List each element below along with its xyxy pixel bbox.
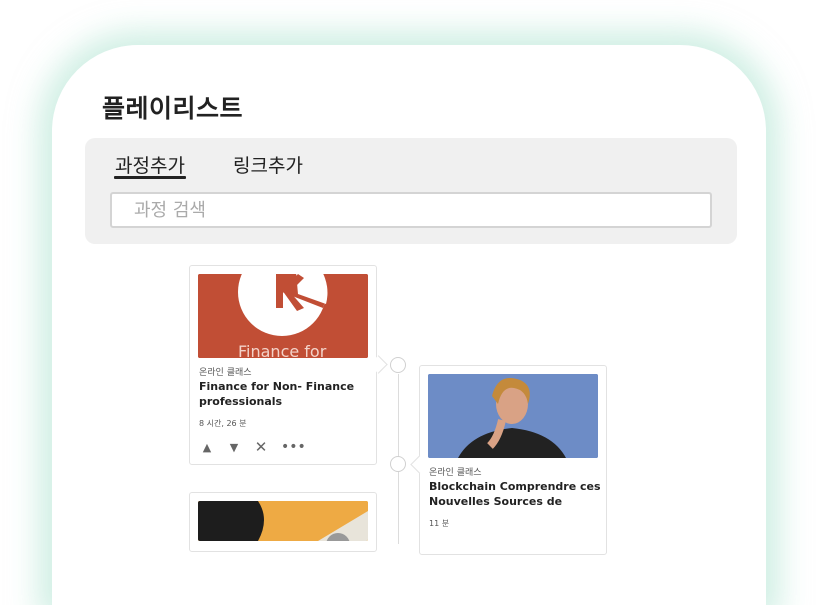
- course-title-line1: Blockchain Comprendre ces: [429, 480, 601, 493]
- course-title-line1: Finance for Non- Finance: [199, 380, 355, 393]
- playlist-course-card[interactable]: Finance for 온라인 클래스 Finance for Non- Fin…: [189, 265, 388, 465]
- playlist-course-card[interactable]: 온라인 클래스 Blockchain Comprendre ces Nouvel…: [410, 365, 607, 555]
- course-thumbnail: Finance for: [198, 274, 368, 358]
- tab-add-course[interactable]: 과정추가: [115, 151, 185, 178]
- course-type: 온라인 클래스: [199, 368, 252, 378]
- playlist-course-card[interactable]: [189, 492, 377, 552]
- course-art-icon: [198, 501, 368, 541]
- course-title-line2: professionals: [199, 395, 283, 408]
- course-thumbnail: [428, 374, 598, 458]
- remove-icon[interactable]: ✕: [254, 438, 268, 456]
- move-down-icon[interactable]: ▼: [227, 441, 241, 454]
- course-type: 온라인 클래스: [429, 468, 482, 478]
- course-search-field[interactable]: [110, 192, 712, 228]
- course-thumbnail: [198, 501, 368, 541]
- move-up-icon[interactable]: ▲: [200, 441, 214, 454]
- speaker-photo-icon: [428, 374, 598, 458]
- more-icon[interactable]: •••: [281, 439, 306, 455]
- course-search-input[interactable]: [112, 194, 710, 226]
- timeline-node: [390, 456, 406, 472]
- playlist-card: [52, 45, 766, 605]
- timeline-node: [390, 357, 406, 373]
- course-duration: 11 분: [429, 519, 450, 528]
- tab-add-link[interactable]: 링크추가: [233, 151, 303, 178]
- course-duration: 8 시간, 26 분: [199, 419, 247, 428]
- active-tab-indicator: [114, 176, 186, 179]
- page-title: 플레이리스트: [102, 94, 244, 123]
- course-title-line2: Nouvelles Sources de: [429, 495, 563, 508]
- thumbnail-text: Finance for: [238, 342, 327, 358]
